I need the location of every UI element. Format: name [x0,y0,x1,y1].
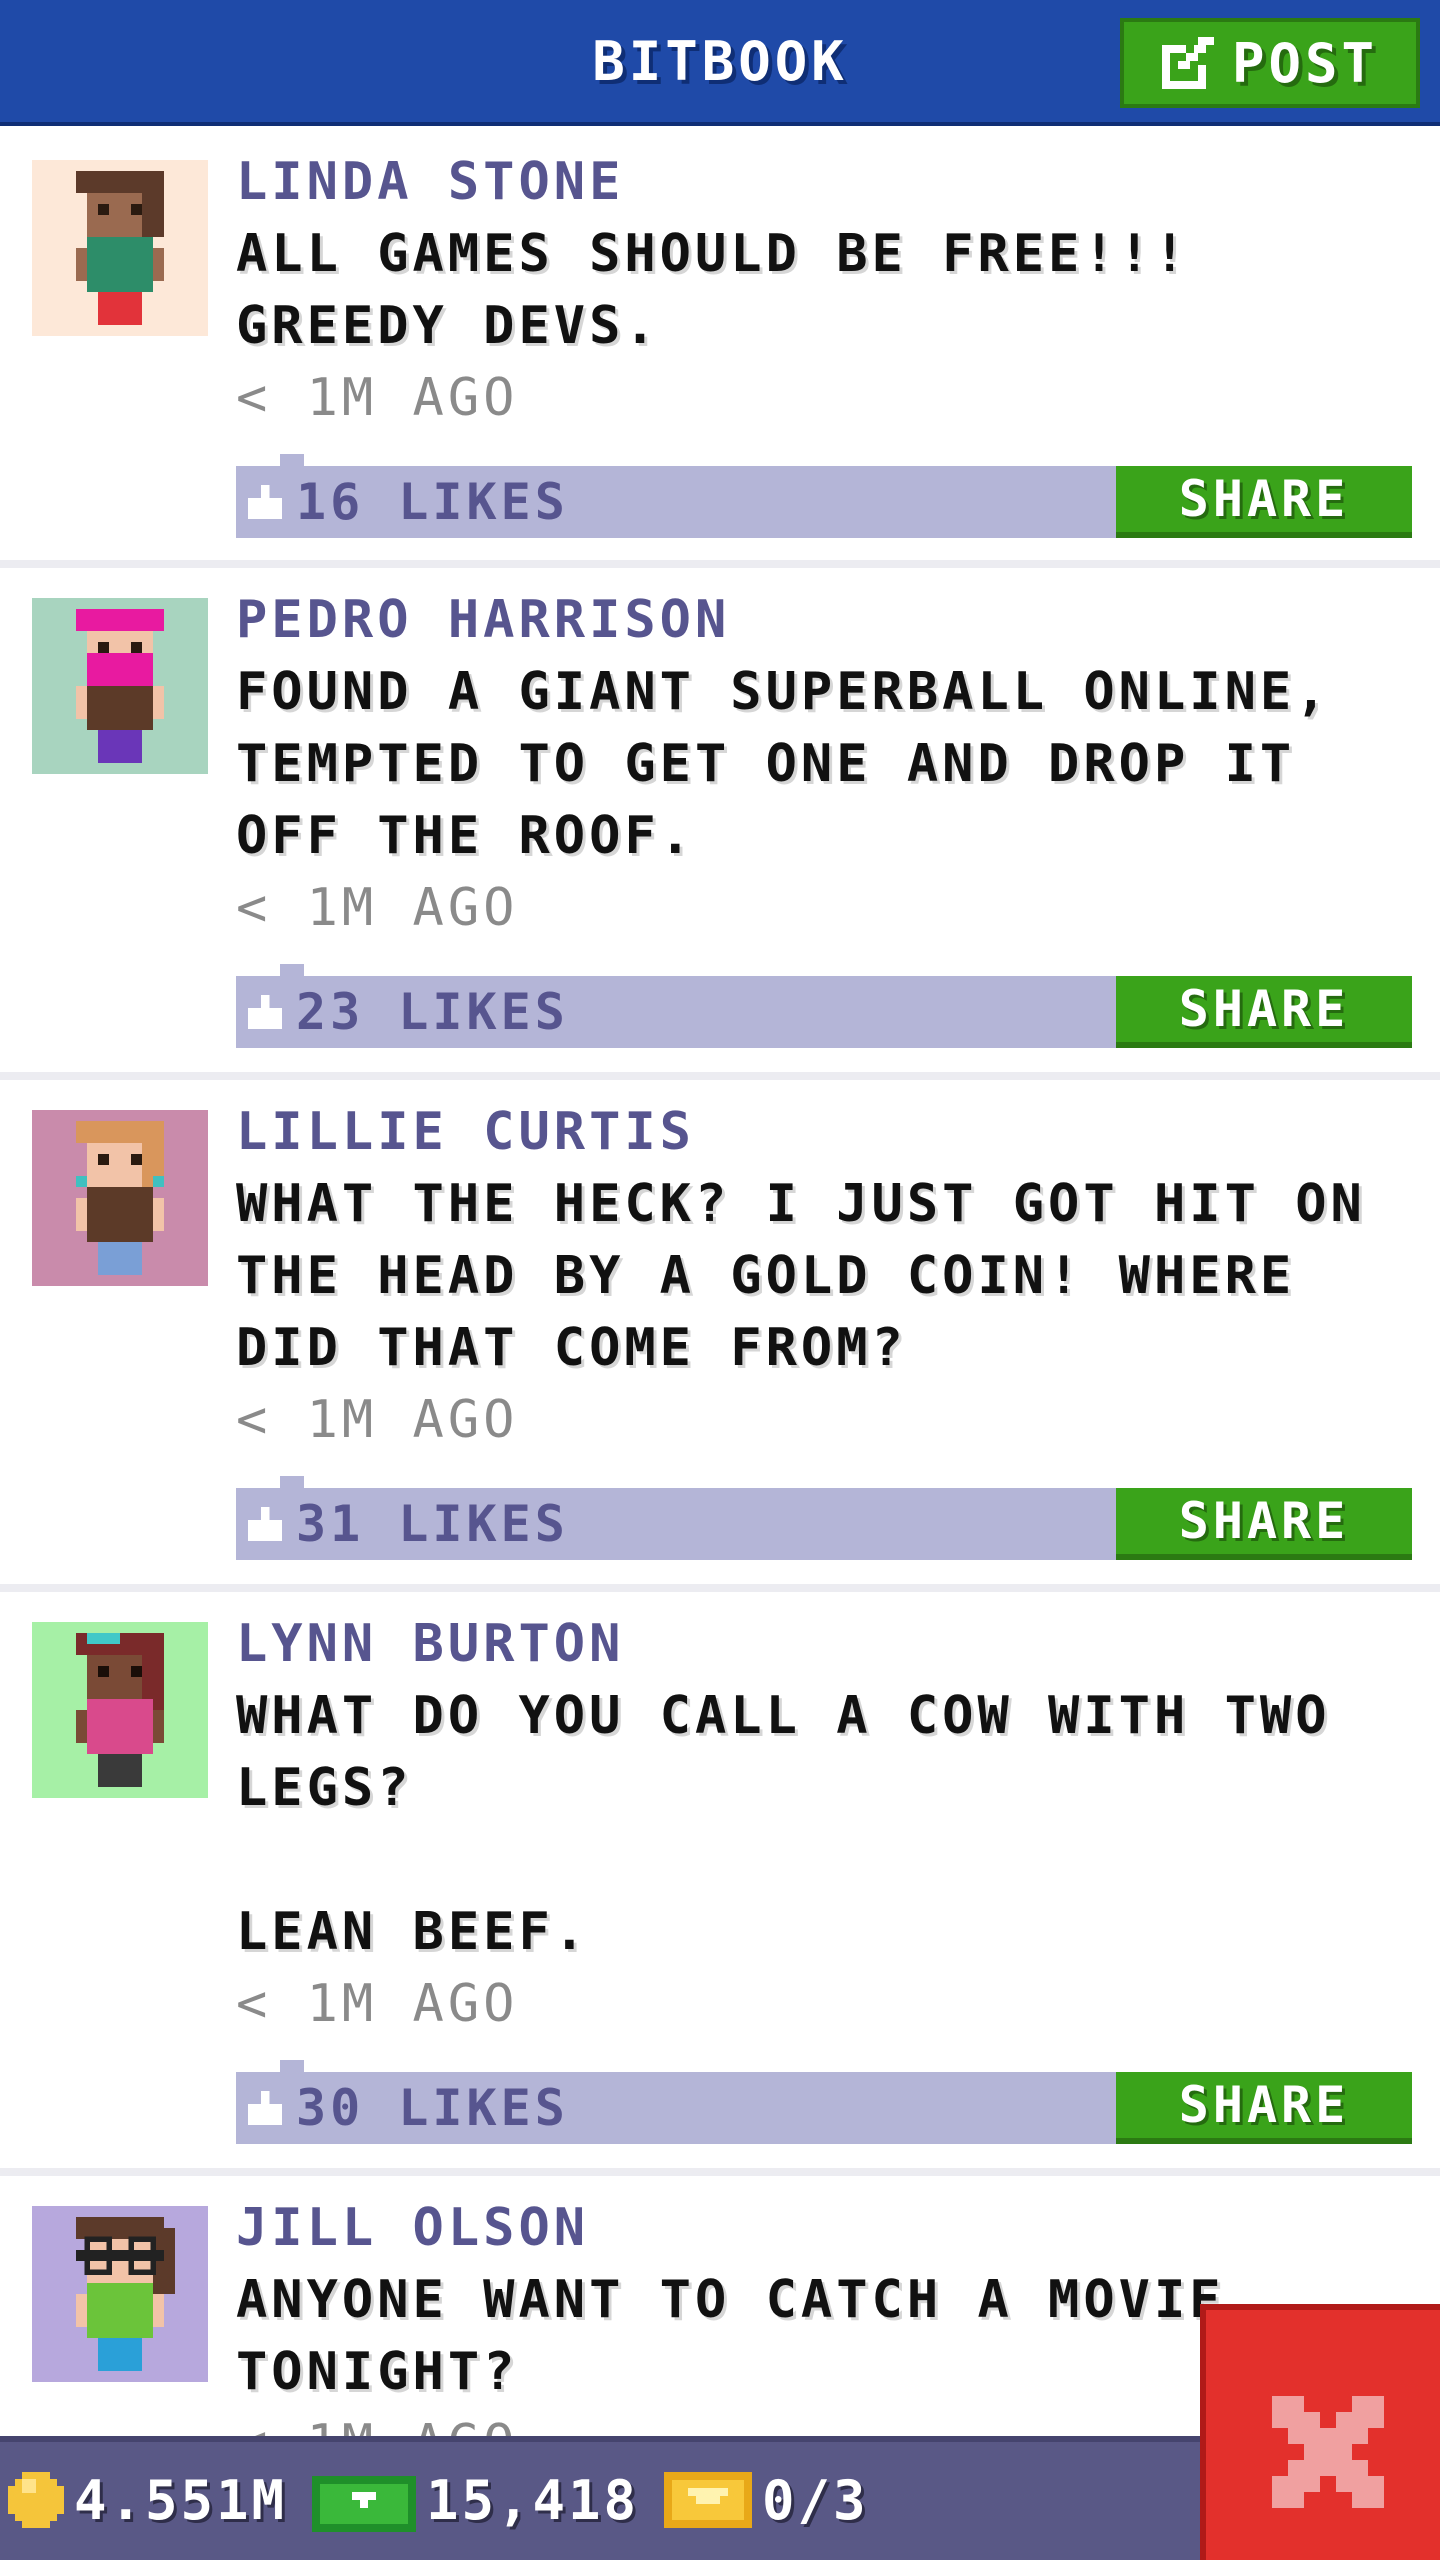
post-message: WHAT DO YOU CALL A COW WITH TWO LEGS? LE… [236,1686,1331,1962]
likes-count: 23 LIKES [296,983,569,1041]
share-button[interactable]: SHARE [1116,466,1412,538]
share-button[interactable]: SHARE [1116,2072,1412,2144]
likes-count: 31 LIKES [296,1495,569,1553]
coin-icon [8,2472,64,2528]
ticket-icon [664,2472,752,2528]
coins-value: 4.551M [74,2468,288,2532]
avatar-icon [32,1110,208,1286]
post-timestamp: < 1M AGO [236,368,519,428]
post-message: ALL GAMES SHOULD BE FREE!!! GREEDY DEVS. [236,224,1225,356]
avatar[interactable] [32,1110,208,1286]
post-feed[interactable]: LINDA STONE ALL GAMES SHOULD BE FREE!!! … [0,126,1440,2436]
share-button[interactable]: SHARE [1116,976,1412,1048]
thumbs-up-icon [248,2091,282,2125]
close-icon [1272,2396,1384,2508]
post-author[interactable]: LINDA STONE [236,146,1412,218]
feed-post: LYNN BURTON WHAT DO YOU CALL A COW WITH … [0,1592,1440,2176]
thumbs-up-icon [248,995,282,1029]
like-button[interactable]: 16 LIKES [248,466,569,538]
thumbs-up-icon [248,1507,282,1541]
bux-stat: 15,418 [312,2468,639,2532]
post-body: LYNN BURTON WHAT DO YOU CALL A COW WITH … [236,1608,1412,2144]
like-button[interactable]: 23 LIKES [248,976,569,1048]
share-button[interactable]: SHARE [1116,1488,1412,1560]
coins-stat: 4.551M [8,2468,287,2532]
bux-icon [312,2476,416,2532]
post-button-label: POST [1231,31,1379,95]
tickets-value: 0/3 [762,2468,869,2532]
post-body: PEDRO HARRISON FOUND A GIANT SUPERBALL O… [236,584,1412,1048]
post-button[interactable]: POST [1120,18,1420,108]
like-button[interactable]: 31 LIKES [248,1488,569,1560]
avatar-icon [32,2206,208,2382]
likes-count: 30 LIKES [296,2079,569,2137]
feed-post: LILLIE CURTIS WHAT THE HECK? I JUST GOT … [0,1080,1440,1592]
share-button-label: SHARE [1178,2076,1350,2134]
post-author[interactable]: PEDRO HARRISON [236,584,1412,656]
likes-count: 16 LIKES [296,473,569,531]
share-button-label: SHARE [1178,1492,1350,1550]
like-button[interactable]: 30 LIKES [248,2072,569,2144]
avatar-icon [32,160,208,336]
likes-bar: 23 LIKES SHARE [236,964,1412,1048]
post-message: WHAT THE HECK? I JUST GOT HIT ON THE HEA… [236,1174,1402,1378]
post-author[interactable]: JILL OLSON [236,2192,1412,2264]
close-button[interactable] [1200,2304,1440,2560]
avatar[interactable] [32,2206,208,2382]
likes-bar: 30 LIKES SHARE [236,2060,1412,2144]
post-author[interactable]: LILLIE CURTIS [236,1096,1412,1168]
post-timestamp: < 1M AGO [236,878,519,938]
app-header: BITBOOK POST [0,0,1440,126]
avatar[interactable] [32,1622,208,1798]
bitbook-screen: BITBOOK POST LINDA STONE ALL GAMES SHOUL… [0,0,1440,2560]
share-button-label: SHARE [1178,470,1350,528]
post-author[interactable]: LYNN BURTON [236,1608,1412,1680]
avatar[interactable] [32,598,208,774]
avatar[interactable] [32,160,208,336]
post-message: FOUND A GIANT SUPERBALL ONLINE, TEMPTED … [236,662,1366,866]
post-body: LINDA STONE ALL GAMES SHOULD BE FREE!!! … [236,146,1412,538]
bux-value: 15,418 [426,2468,640,2532]
avatar-icon [32,598,208,774]
post-timestamp: < 1M AGO [236,1390,519,1450]
tickets-stat: 0/3 [664,2468,869,2532]
feed-post: PEDRO HARRISON FOUND A GIANT SUPERBALL O… [0,568,1440,1080]
edit-icon [1161,37,1214,89]
thumbs-up-icon [248,485,282,519]
post-timestamp: < 1M AGO [236,1974,519,2034]
share-button-label: SHARE [1178,980,1350,1038]
feed-post: LINDA STONE ALL GAMES SHOULD BE FREE!!! … [0,126,1440,568]
post-body: LILLIE CURTIS WHAT THE HECK? I JUST GOT … [236,1096,1412,1560]
avatar-icon [32,1622,208,1798]
likes-bar: 31 LIKES SHARE [236,1476,1412,1560]
likes-bar: 16 LIKES SHARE [236,454,1412,538]
